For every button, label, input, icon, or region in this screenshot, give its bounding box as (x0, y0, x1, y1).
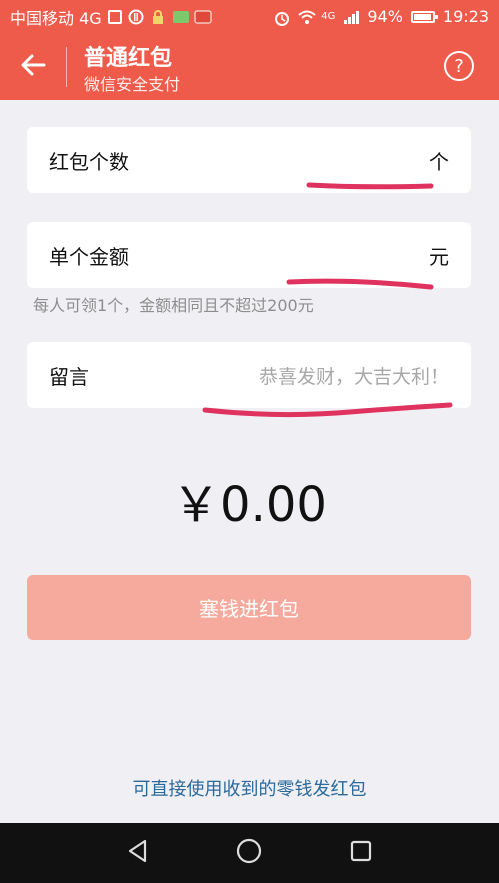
arrow-left-icon (20, 54, 46, 80)
amount-label: 单个金额 (49, 244, 129, 269)
alarm-icon (273, 9, 290, 26)
amount-annotation-underline (286, 278, 434, 290)
question-circle-icon: ? (454, 55, 464, 77)
signal-icon (343, 9, 360, 25)
app-header: 普通红包 微信安全支付 ? (0, 33, 499, 100)
amount-hint: 每人可领1个，金额相同且不超过200元 (33, 296, 314, 315)
message-annotation-underline (202, 402, 453, 418)
network-4g-badge: 4G (321, 11, 336, 22)
submit-label: 塞钱进红包 (199, 597, 299, 621)
battery-icon (410, 10, 438, 23)
lock-icon (150, 9, 166, 25)
square-recents-icon (349, 839, 373, 867)
count-unit: 个 (429, 149, 449, 174)
help-button[interactable]: ? (444, 51, 474, 81)
carrier-text: 中国移动 4G (10, 8, 102, 28)
clock-time: 19:23 (442, 7, 489, 26)
sim-icon (107, 9, 122, 24)
system-nav-bar (0, 823, 499, 883)
total-amount: ￥0.00 (172, 477, 327, 533)
count-annotation-underline (306, 182, 434, 190)
message-placeholder: 恭喜发财，大吉大利！ (258, 365, 449, 388)
count-label: 红包个数 (49, 149, 129, 174)
wechat-notify-icon (172, 9, 189, 25)
nav-home-button[interactable] (231, 835, 267, 871)
amount-unit: 元 (429, 244, 449, 269)
battery-percent: 94% (367, 7, 403, 26)
nav-recents-button[interactable] (343, 835, 379, 871)
page-title: 普通红包 (84, 46, 173, 71)
wifi-icon (297, 9, 316, 25)
use-change-link[interactable]: 可直接使用收到的零钱发红包 (0, 775, 499, 801)
back-button[interactable] (14, 48, 52, 86)
submit-button[interactable]: 塞钱进红包 (27, 575, 471, 640)
header-divider (66, 47, 67, 87)
nav-back-button[interactable] (120, 835, 156, 871)
notification-icon (128, 9, 144, 25)
app-notify-icon (194, 9, 212, 25)
status-bar: 中国移动 4G 4G 94% 19:23 (0, 0, 499, 33)
page-subtitle: 微信安全支付 (84, 75, 181, 94)
message-field[interactable]: 留言 恭喜发财，大吉大利！ (27, 342, 471, 408)
triangle-back-icon (125, 838, 151, 868)
message-label: 留言 (49, 364, 89, 389)
circle-home-icon (235, 837, 263, 869)
